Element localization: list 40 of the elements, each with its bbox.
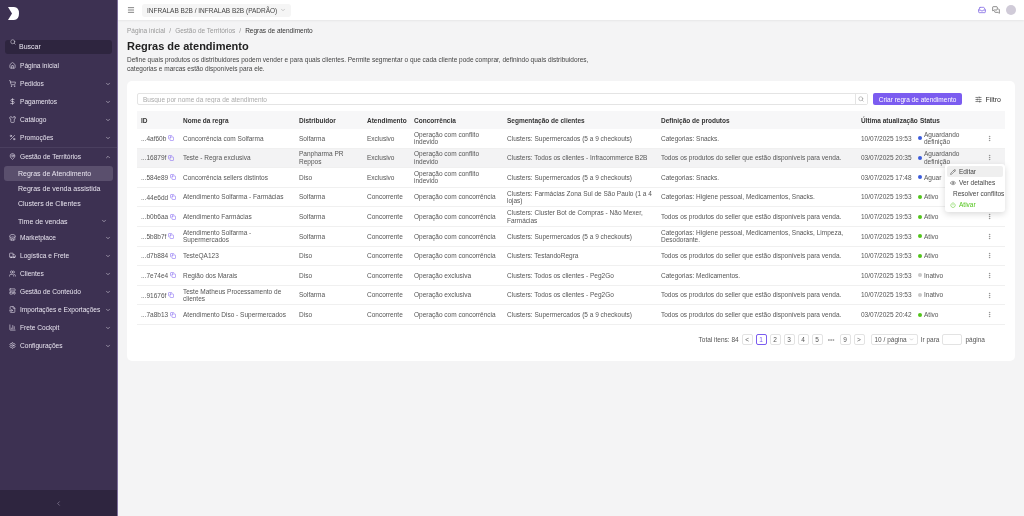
settings-icon (9, 342, 16, 349)
cart-icon (9, 80, 16, 87)
power-icon (950, 201, 956, 208)
copy-icon[interactable] (168, 292, 175, 299)
store-icon (9, 234, 16, 241)
copy-icon[interactable] (170, 252, 177, 259)
users-icon (9, 270, 16, 277)
truck-icon (9, 252, 16, 259)
shirt-icon (9, 116, 16, 123)
chevron-down-icon (908, 336, 914, 342)
copy-icon[interactable] (168, 154, 175, 161)
chevron-down-icon (280, 7, 287, 13)
avatar[interactable] (1006, 5, 1016, 15)
logo-icon (7, 6, 20, 21)
copy-icon[interactable] (170, 174, 177, 181)
chevron-left-icon (55, 499, 62, 507)
search-icon (10, 39, 16, 45)
copy-icon[interactable] (170, 311, 177, 318)
copy-icon[interactable] (170, 194, 177, 201)
sliders-icon (975, 95, 983, 103)
copy-icon[interactable] (168, 135, 175, 142)
search-button[interactable] (854, 94, 867, 104)
home-icon (9, 62, 16, 69)
copy-icon[interactable] (168, 233, 175, 240)
inbox-icon[interactable] (978, 6, 986, 14)
goto-field[interactable] (942, 333, 963, 345)
chart-icon (9, 324, 16, 331)
copy-icon[interactable] (170, 213, 177, 220)
file-icon (9, 306, 16, 313)
chat-icon[interactable] (992, 6, 1000, 14)
map-pin-icon (9, 153, 16, 160)
percent-icon (9, 134, 16, 141)
search-icon (858, 96, 865, 102)
pencil-icon (950, 168, 956, 175)
dollar-icon (9, 98, 16, 105)
menu-icon[interactable] (127, 6, 135, 14)
page-title: Regras de atendimento (127, 40, 250, 52)
copy-icon[interactable] (170, 272, 177, 279)
eye-icon (950, 179, 956, 186)
layout-icon (9, 288, 16, 295)
